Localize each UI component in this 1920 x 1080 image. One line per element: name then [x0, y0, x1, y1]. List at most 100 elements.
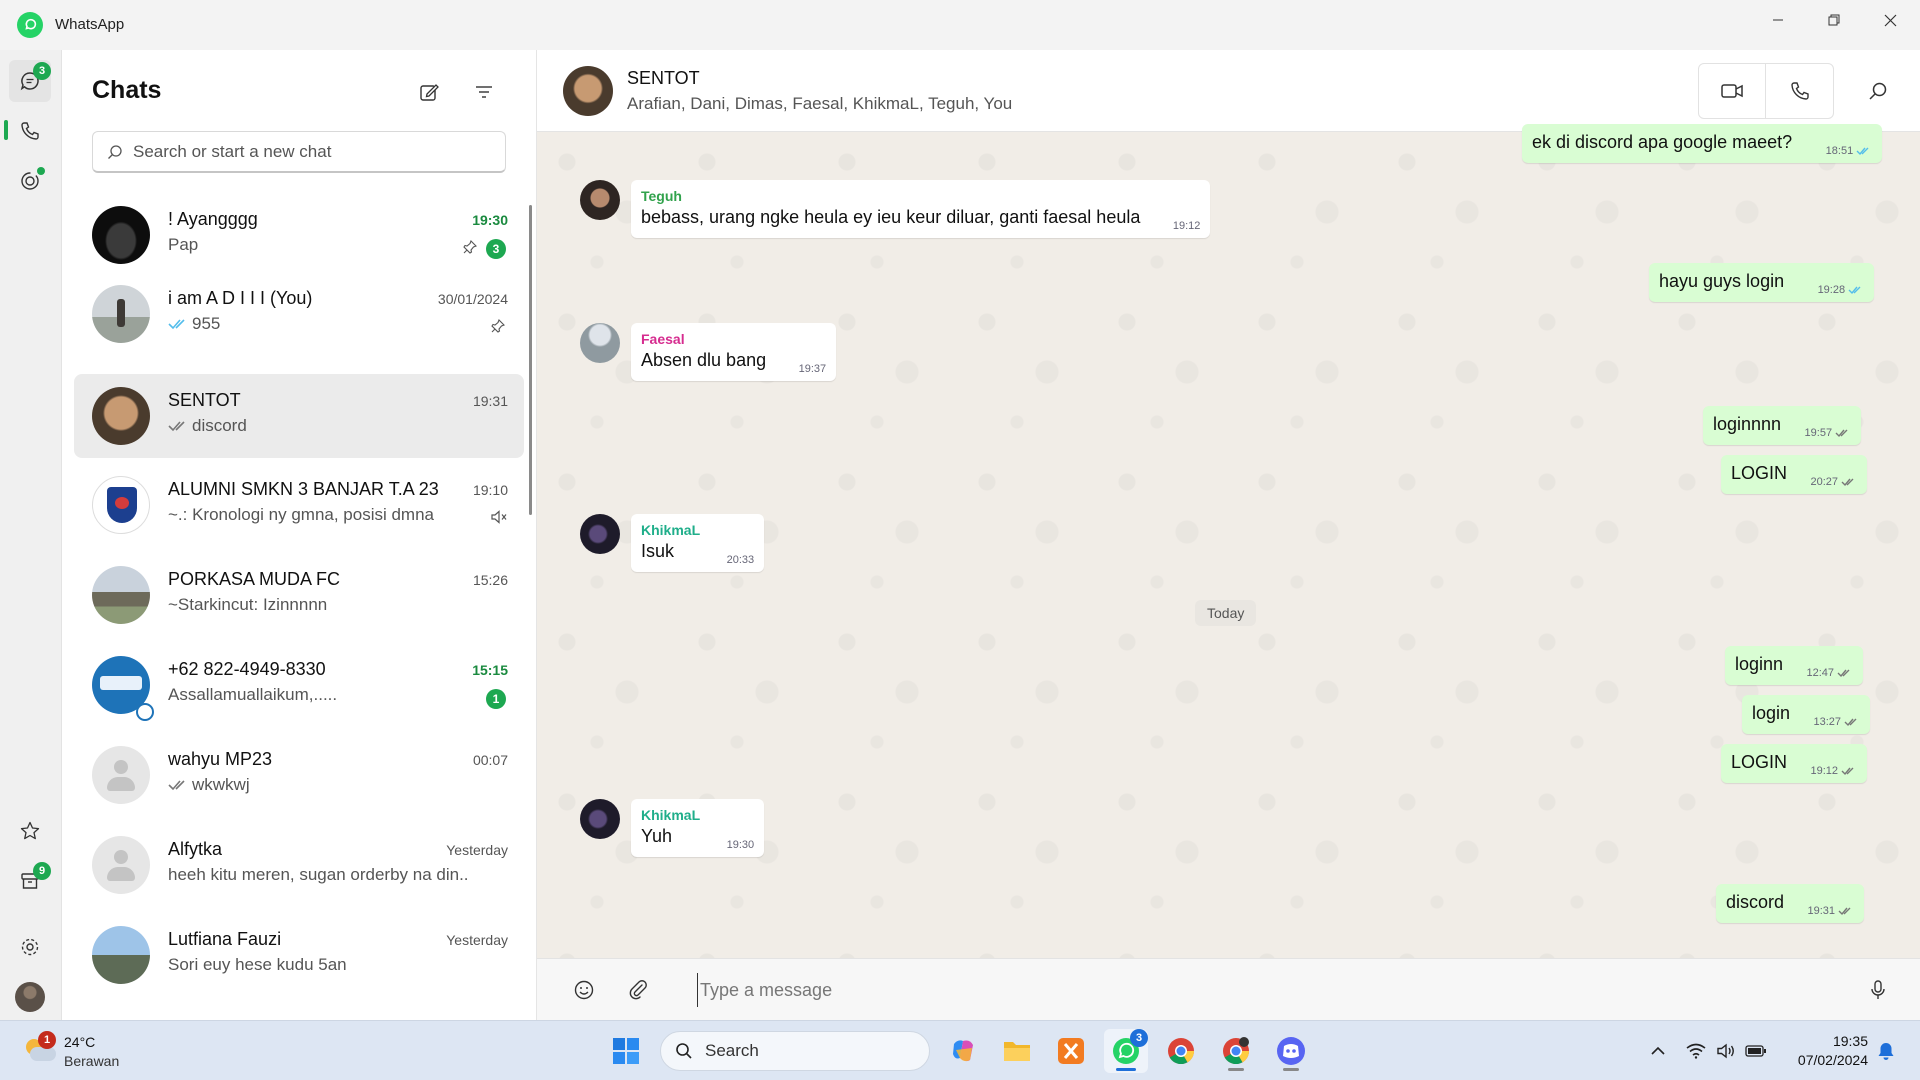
emoji-button[interactable]	[567, 973, 601, 1007]
message-sender[interactable]: KhikmaL	[641, 522, 700, 538]
chat-time: 19:10	[472, 482, 508, 498]
search-messages-button[interactable]	[1857, 70, 1899, 112]
conversation-members: Arafian, Dani, Dimas, Faesal, KhikmaL, T…	[627, 94, 1013, 113]
rail-chats-button[interactable]: 3	[9, 60, 51, 102]
chats-badge: 3	[33, 62, 51, 80]
chat-item[interactable]: +62 822-4949-8330 Assallamuallaikum,....…	[74, 643, 524, 727]
chat-item-selected[interactable]: SENTOT discord 19:31	[74, 374, 524, 458]
bell-icon	[1878, 1043, 1894, 1060]
rail-starred-button[interactable]	[9, 810, 51, 852]
chat-preview: ~.: Kronologi ny gmna, posisi dmna	[168, 505, 468, 525]
avatar	[92, 476, 150, 534]
message-input[interactable]	[697, 973, 1797, 1007]
chrome-profile-taskbar-button[interactable]	[1214, 1029, 1258, 1073]
chrome-icon	[1168, 1038, 1195, 1065]
chat-time: 15:15	[472, 662, 508, 678]
weather-widget[interactable]: 1 24°C Berawan	[20, 1029, 150, 1073]
minimize-button[interactable]	[1750, 0, 1806, 40]
system-clock[interactable]: 19:35 07/02/2024	[1768, 1032, 1868, 1070]
chat-preview-text: Assallamuallaikum,.....	[168, 685, 338, 704]
chat-list-scrollbar[interactable]	[529, 205, 532, 515]
folder-icon	[1004, 1042, 1030, 1061]
pin-icon	[490, 318, 506, 339]
message-time: 19:30	[726, 839, 755, 851]
message-time: 13:27	[1814, 716, 1861, 728]
sender-avatar[interactable]	[580, 799, 620, 839]
message-bubble-outgoing[interactable]: hayu guys login 19:28	[1649, 263, 1875, 302]
rail-status-button[interactable]	[9, 160, 51, 202]
rail-calls-button[interactable]	[9, 110, 51, 152]
chat-name: +62 822-4949-8330	[168, 659, 326, 679]
chat-item[interactable]: Alfytka heeh kitu meren, sugan orderby n…	[74, 823, 524, 907]
message-sender[interactable]: KhikmaL	[641, 807, 700, 823]
network-button[interactable]	[1682, 1037, 1710, 1065]
taskbar-search[interactable]: Search	[660, 1031, 930, 1071]
message-time: 19:28	[1818, 284, 1865, 296]
rail-settings-button[interactable]	[9, 926, 51, 968]
copilot-taskbar-button[interactable]	[941, 1029, 985, 1073]
show-hidden-icons-button[interactable]	[1644, 1037, 1672, 1065]
message-bubble-outgoing[interactable]: login 13:27	[1742, 695, 1871, 734]
search-box[interactable]	[92, 131, 506, 173]
message-text: ek di discord apa google maeet?	[1532, 132, 1793, 152]
message-bubble-outgoing[interactable]: discord 19:31	[1716, 884, 1865, 923]
message-bubble-incoming[interactable]: KhikmaL Isuk 20:33	[631, 514, 765, 572]
chat-item[interactable]: wahyu MP23 wkwkwj 00:07	[74, 733, 524, 817]
message-bubble-incoming[interactable]: Teguh bebass, urang ngke heula ey ieu ke…	[631, 180, 1211, 238]
volume-button[interactable]	[1712, 1037, 1740, 1065]
default-avatar-icon	[92, 746, 150, 804]
whatsapp-taskbar-badge: 3	[1130, 1029, 1148, 1047]
chat-item[interactable]: Lutfiana Fauzi Sori euy hese kudu 5an Ye…	[74, 913, 524, 997]
chat-item[interactable]: i am A D I I I (You) 955 30/01/2024	[74, 272, 524, 356]
message-bubble-outgoing[interactable]: loginnnn 19:57	[1703, 406, 1862, 445]
group-avatar[interactable]	[563, 66, 613, 116]
delivered-ticks-icon	[1841, 478, 1854, 487]
message-text: Absen dlu bang	[641, 350, 767, 370]
message-bubble-incoming[interactable]: Faesal Absen dlu bang 19:37	[631, 323, 837, 381]
conversation-header[interactable]: SENTOT Arafian, Dani, Dimas, Faesal, Khi…	[537, 50, 1920, 132]
file-explorer-taskbar-button[interactable]	[995, 1029, 1039, 1073]
chat-preview: wkwkwj	[168, 775, 468, 795]
chat-item[interactable]: ALUMNI SMKN 3 BANJAR T.A 23 ~.: Kronolog…	[74, 463, 524, 547]
sender-avatar[interactable]	[580, 180, 620, 220]
search-input[interactable]	[133, 141, 493, 162]
message-bubble-outgoing[interactable]: ek di discord apa google maeet? 18:51	[1522, 124, 1883, 163]
close-button[interactable]	[1862, 0, 1918, 40]
start-button[interactable]	[604, 1029, 648, 1073]
weather-temp: 24°C	[64, 1034, 96, 1050]
restore-button[interactable]	[1806, 0, 1862, 40]
message-sender[interactable]: Teguh	[641, 188, 1140, 204]
video-call-button[interactable]	[1699, 64, 1766, 118]
attach-button[interactable]	[621, 973, 655, 1007]
weather-desc: Berawan	[64, 1053, 120, 1069]
xampp-taskbar-button[interactable]	[1049, 1029, 1093, 1073]
chat-name: SENTOT	[168, 390, 241, 410]
chat-preview: discord	[168, 416, 468, 436]
message-sender[interactable]: Faesal	[641, 331, 766, 347]
chat-preview-text: ~Starkincut: Izinnnnn	[168, 595, 328, 614]
voice-call-button[interactable]	[1766, 64, 1833, 118]
message-text: login	[1752, 703, 1791, 723]
message-bubble-incoming[interactable]: KhikmaL Yuh 19:30	[631, 799, 765, 857]
message-bubble-outgoing[interactable]: LOGIN 20:27	[1721, 455, 1868, 494]
new-chat-button[interactable]	[411, 74, 447, 110]
notifications-button[interactable]	[1872, 1037, 1900, 1065]
chat-item[interactable]: ! Ayangggg Pap 19:30 3	[74, 193, 524, 277]
discord-taskbar-button[interactable]	[1269, 1029, 1313, 1073]
wifi-icon	[1686, 1043, 1706, 1059]
rail-archived-button[interactable]: 9	[9, 860, 51, 902]
chat-preview-text: Sori euy hese kudu 5an	[168, 955, 347, 974]
clock-date: 07/02/2024	[1797, 1052, 1868, 1068]
message-bubble-outgoing[interactable]: loginn 12:47	[1725, 646, 1864, 685]
battery-button[interactable]	[1742, 1037, 1770, 1065]
chrome-taskbar-button[interactable]	[1159, 1029, 1203, 1073]
sender-avatar[interactable]	[580, 323, 620, 363]
sender-avatar[interactable]	[580, 514, 620, 554]
message-bubble-outgoing[interactable]: LOGIN 19:12	[1721, 744, 1868, 783]
whatsapp-taskbar-button[interactable]: 3	[1104, 1029, 1148, 1073]
chat-item[interactable]: PORKASA MUDA FC ~Starkincut: Izinnnnn 15…	[74, 553, 524, 637]
filter-button[interactable]	[466, 74, 502, 110]
chat-time: 00:07	[472, 752, 508, 768]
voice-message-button[interactable]	[1861, 973, 1895, 1007]
rail-profile-button[interactable]	[9, 976, 51, 1018]
